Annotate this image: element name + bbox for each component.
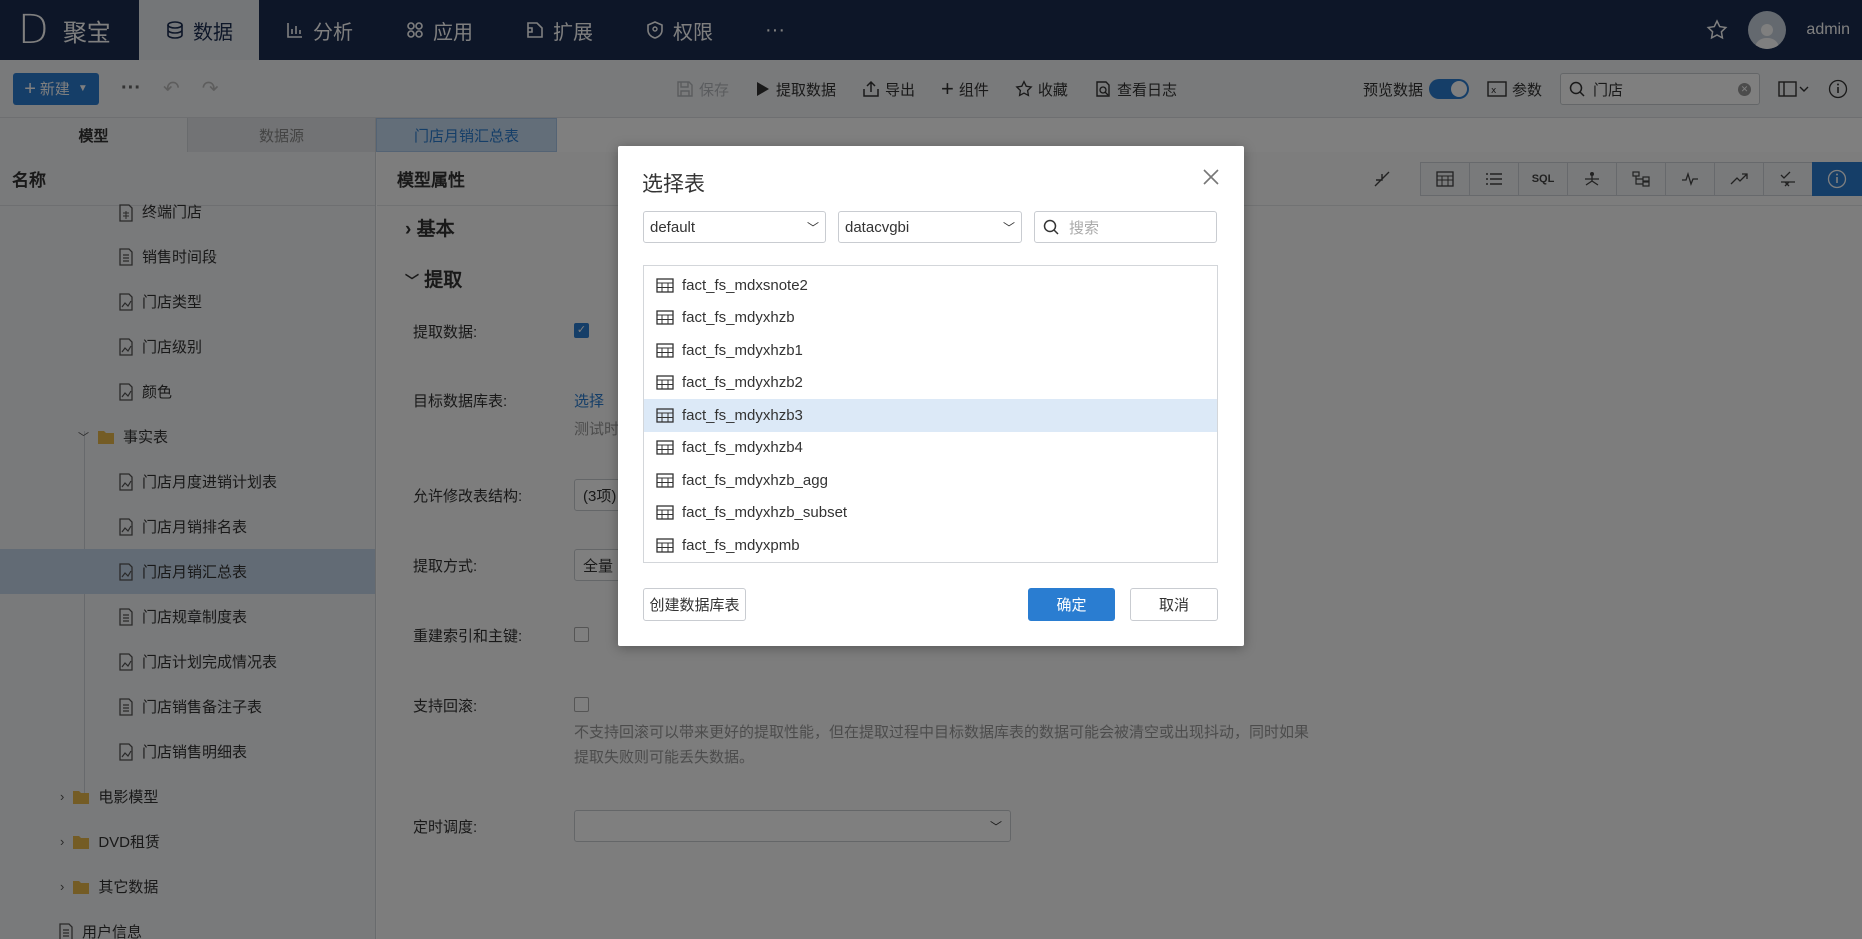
dialog-title: 选择表: [642, 173, 705, 196]
table-name: fact_fs_mdyxhzb2: [682, 374, 803, 392]
close-icon[interactable]: [1200, 166, 1222, 188]
ok-button[interactable]: 确定: [1028, 588, 1115, 621]
table-name: fact_fs_mdyxhzb4: [682, 439, 803, 457]
table-icon: [656, 440, 674, 455]
table-row[interactable]: fact_fs_mdyxhzb: [644, 302, 1217, 335]
table-row[interactable]: fact_fs_mdxsnote2: [644, 269, 1217, 302]
database-select[interactable]: datacvgbi ﹀: [838, 211, 1022, 243]
table-name: fact_fs_mdyxpmb: [682, 536, 800, 554]
table-name: fact_fs_mdyxhzb1: [682, 341, 803, 359]
table-row[interactable]: fact_fs_mdyxhzb4: [644, 432, 1217, 465]
schema-select[interactable]: default ﹀: [643, 211, 826, 243]
table-icon: [656, 473, 674, 488]
table-name: fact_fs_mdyxhzb: [682, 309, 795, 327]
table-search[interactable]: 搜索: [1034, 211, 1217, 243]
table-name: fact_fs_mdyxhzb_subset: [682, 504, 848, 522]
table-icon: [656, 375, 674, 390]
table-name: fact_fs_mdyxhzb3: [682, 406, 803, 424]
database-select-value: datacvgbi: [845, 218, 910, 236]
table-icon: [656, 278, 674, 293]
table-list: fact_fs_mdxsnote2 fact_fs_mdyxhzb fact_f…: [643, 265, 1218, 563]
table-row[interactable]: fact_fs_mdyxhzb_subset: [644, 497, 1217, 530]
table-name: fact_fs_mdxsnote2: [682, 276, 808, 294]
chevron-down-icon: ﹀: [1002, 220, 1015, 235]
table-row[interactable]: fact_fs_mdyxhzb1: [644, 334, 1217, 367]
table-name: fact_fs_mdyxhzb_agg: [682, 471, 828, 489]
table-row-selected[interactable]: fact_fs_mdyxhzb3: [644, 399, 1217, 432]
table-icon: [656, 310, 674, 325]
table-icon: [656, 343, 674, 358]
chevron-down-icon: ﹀: [806, 220, 819, 235]
table-row[interactable]: fact_fs_mdyxhzb_agg: [644, 464, 1217, 497]
select-table-dialog: 选择表 default ﹀ datacvgbi ﹀ 搜索 fact_fs_mdx…: [618, 146, 1244, 646]
table-row[interactable]: fact_fs_mdyxhzb2: [644, 367, 1217, 400]
create-table-button[interactable]: 创建数据库表: [643, 588, 746, 621]
cancel-button[interactable]: 取消: [1130, 588, 1218, 621]
table-icon: [656, 408, 674, 423]
table-row[interactable]: fact_fs_mdyxpmb: [644, 529, 1217, 562]
schema-select-value: default: [650, 218, 696, 236]
table-search-input[interactable]: 搜索: [1069, 217, 1099, 238]
table-icon: [656, 505, 674, 520]
search-icon: [1043, 219, 1059, 235]
table-icon: [656, 538, 674, 553]
